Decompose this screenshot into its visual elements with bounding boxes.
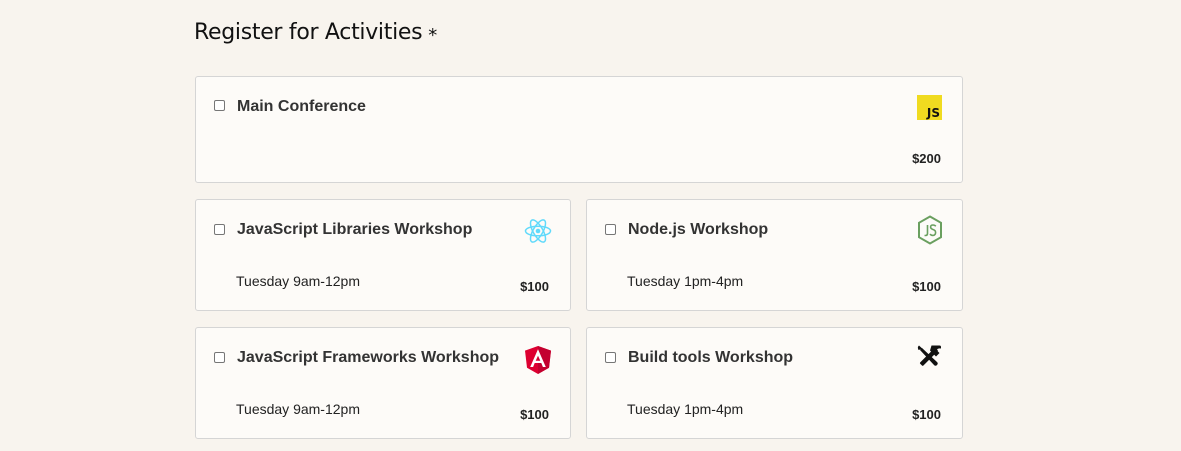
required-asterisk: * <box>428 25 437 46</box>
build-tools-checkbox[interactable] <box>605 352 616 363</box>
activity-time: Tuesday 9am-12pm <box>236 273 360 289</box>
activity-price: $100 <box>520 407 549 422</box>
activity-card-js-libraries[interactable]: JavaScript Libraries Workshop Tuesday 9a… <box>195 199 571 311</box>
activity-card-build-tools[interactable]: Build tools Workshop Tuesday 1pm-4pm $10… <box>586 327 963 439</box>
activity-card-js-frameworks[interactable]: JavaScript Frameworks Workshop Tuesday 9… <box>195 327 571 439</box>
angular-icon <box>525 345 551 375</box>
react-icon <box>523 216 553 246</box>
nodejs-checkbox[interactable] <box>605 224 616 235</box>
activity-time: Tuesday 1pm-4pm <box>627 401 744 417</box>
activity-card-main-conference[interactable]: Main Conference JS $200 <box>195 76 963 183</box>
activity-time: Tuesday 1pm-4pm <box>627 273 744 289</box>
nodejs-icon <box>916 214 944 246</box>
javascript-icon-text: JS <box>926 106 940 120</box>
activity-card-nodejs[interactable]: Node.js Workshop Tuesday 1pm-4pm $100 <box>586 199 963 311</box>
activity-name: Main Conference <box>237 98 366 115</box>
activity-time: Tuesday 9am-12pm <box>236 401 360 417</box>
tools-icon <box>916 344 942 370</box>
activities-heading: Register for Activities * <box>194 20 437 46</box>
activity-name: JavaScript Frameworks Workshop <box>237 349 500 366</box>
activity-name: JavaScript Libraries Workshop <box>237 221 473 238</box>
activity-price: $100 <box>912 407 941 422</box>
activity-name: Node.js Workshop <box>628 221 769 238</box>
main-conference-checkbox[interactable] <box>214 100 225 111</box>
js-libraries-checkbox[interactable] <box>214 224 225 235</box>
js-frameworks-checkbox[interactable] <box>214 352 225 363</box>
activity-price: $100 <box>912 279 941 294</box>
activities-heading-text: Register for Activities <box>194 20 423 45</box>
javascript-icon: JS <box>917 95 942 120</box>
activity-price: $200 <box>912 151 941 166</box>
activity-price: $100 <box>520 279 549 294</box>
activity-name: Build tools Workshop <box>628 349 794 366</box>
